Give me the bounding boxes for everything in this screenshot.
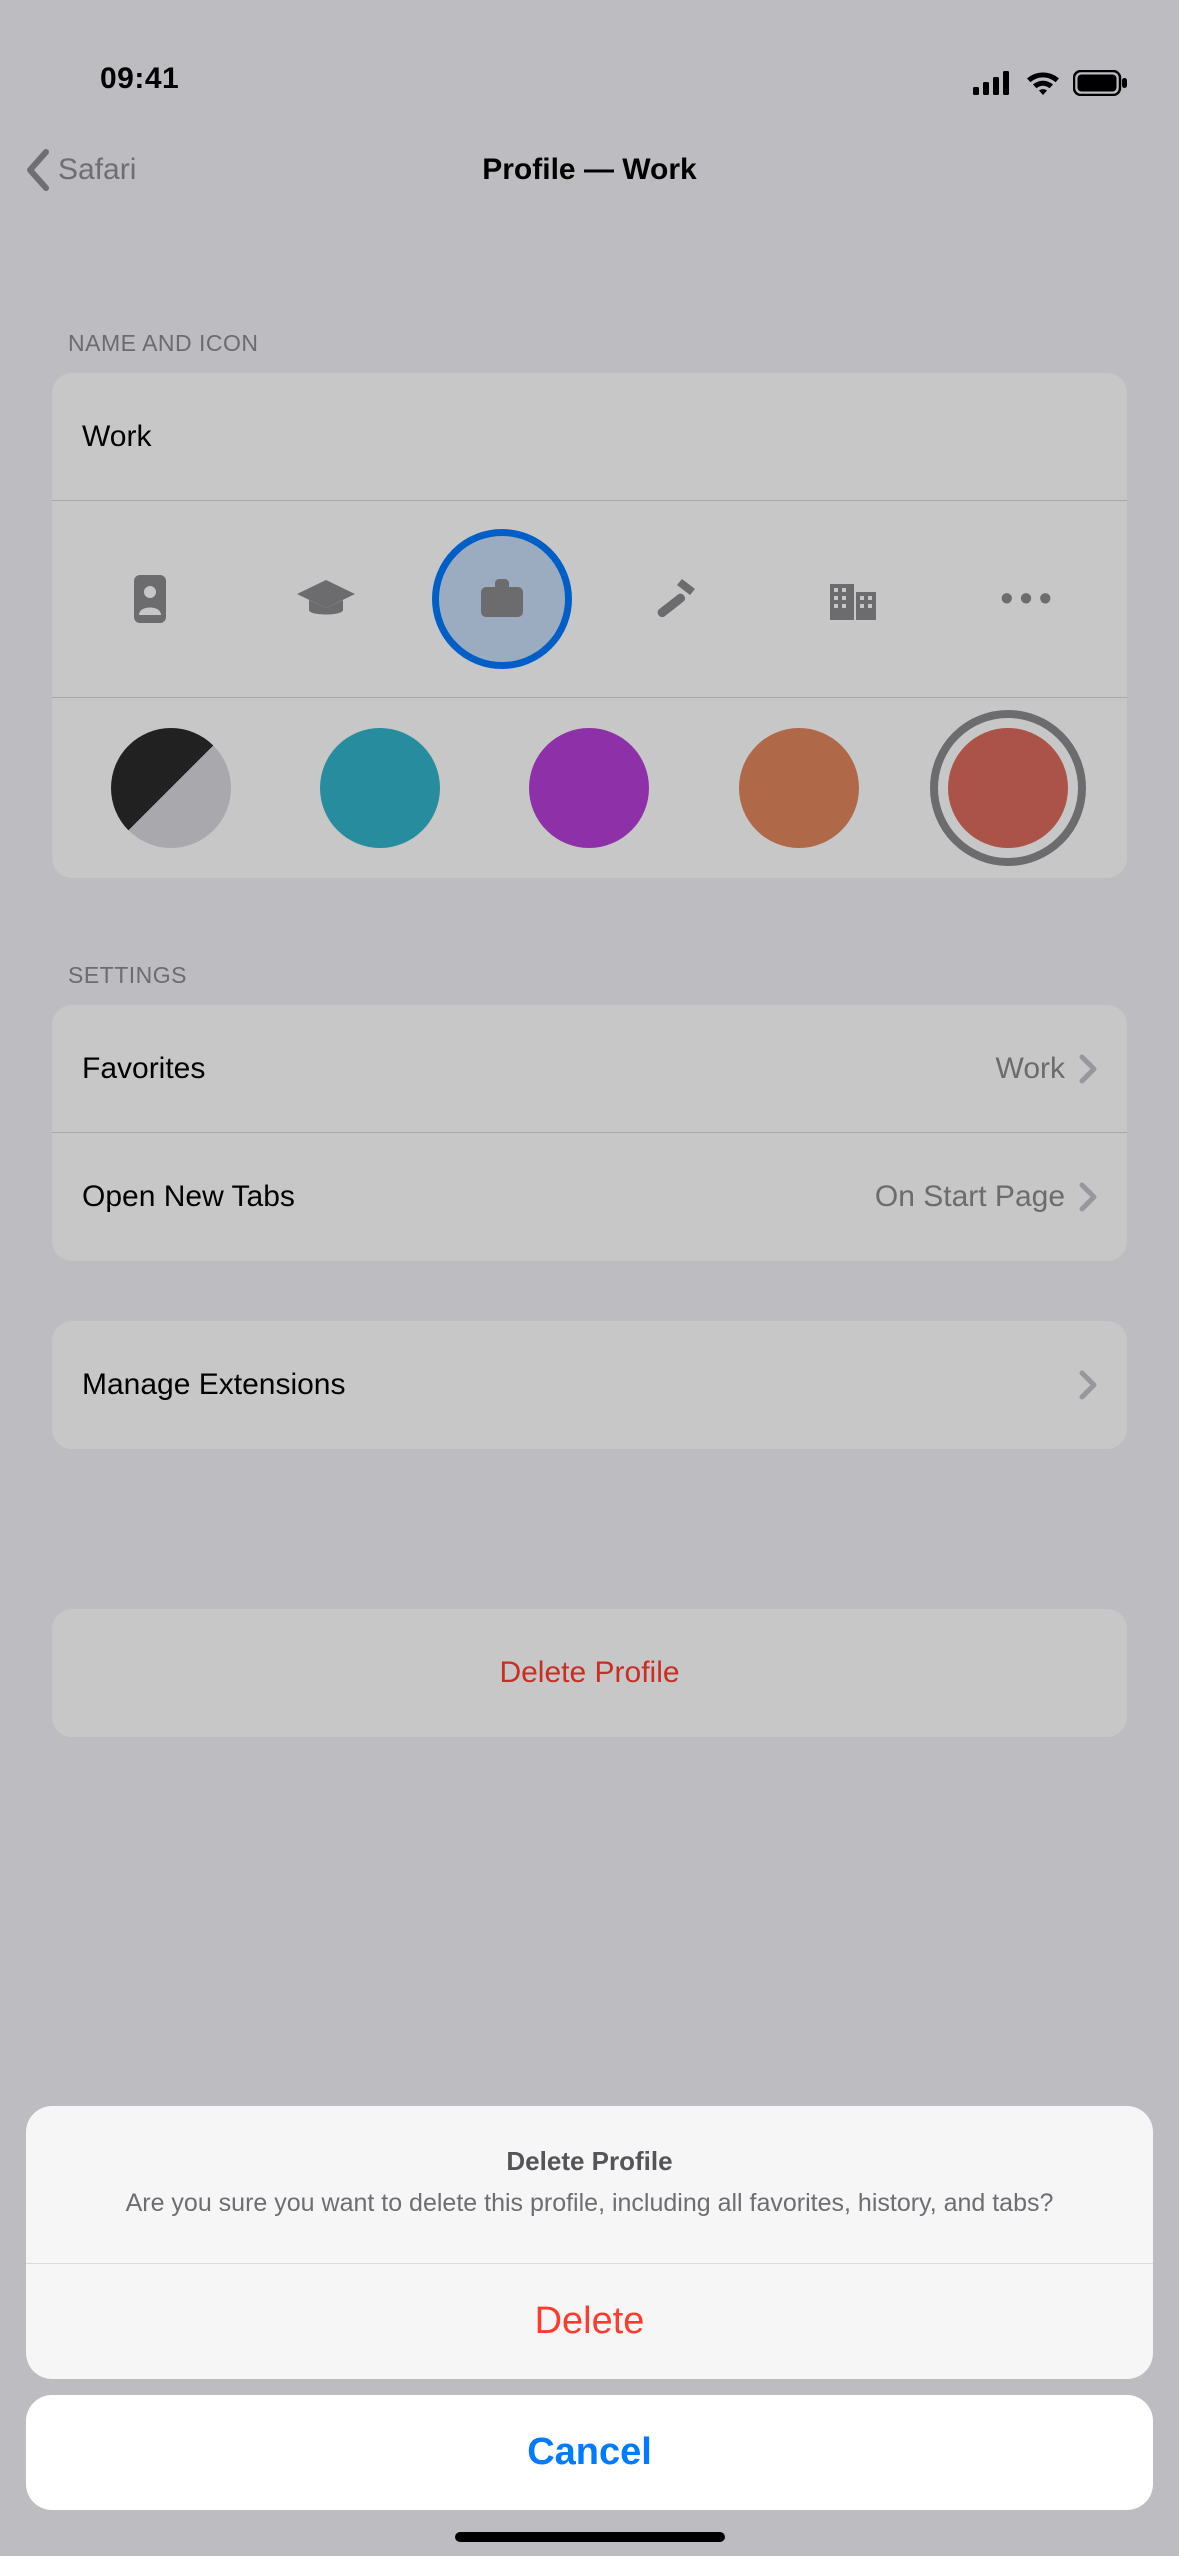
extensions-card: Manage Extensions [52, 1321, 1127, 1449]
icon-picker-row: ••• [52, 501, 1127, 698]
open-new-tabs-label: Open New Tabs [82, 1180, 295, 1214]
color-option-coral[interactable] [948, 728, 1068, 848]
page-title: Profile — Work [0, 153, 1179, 187]
cellular-icon [973, 71, 1013, 95]
battery-icon [1073, 70, 1129, 96]
home-indicator [455, 2532, 725, 2542]
action-sheet-header: Delete Profile Are you sure you want to … [26, 2106, 1153, 2264]
chevron-right-icon [1079, 1182, 1097, 1212]
badge-icon [130, 573, 170, 625]
manage-extensions-label: Manage Extensions [82, 1368, 346, 1402]
status-bar: 09:41 [0, 0, 1179, 100]
profile-name-field[interactable]: Work [52, 373, 1127, 501]
action-sheet-card: Delete Profile Are you sure you want to … [26, 2106, 1153, 2379]
delete-profile-card: Delete Profile [52, 1609, 1127, 1737]
briefcase-icon [479, 579, 525, 619]
open-new-tabs-cell[interactable]: Open New Tabs On Start Page [52, 1133, 1127, 1261]
section-header-name-icon: NAME AND ICON [52, 240, 1127, 373]
icon-option-more[interactable]: ••• [959, 529, 1099, 669]
hammer-icon [651, 575, 703, 623]
navigation-bar: Safari Profile — Work [0, 100, 1179, 240]
delete-profile-cell[interactable]: Delete Profile [52, 1609, 1127, 1737]
favorites-label: Favorites [82, 1052, 205, 1086]
favorites-value: Work [996, 1052, 1065, 1086]
icon-option-graduation[interactable] [256, 529, 396, 669]
action-sheet-title: Delete Profile [76, 2146, 1103, 2177]
color-option-orange[interactable] [739, 728, 859, 848]
color-picker-row [52, 698, 1127, 878]
color-option-purple[interactable] [529, 728, 649, 848]
icon-option-hammer[interactable] [607, 529, 747, 669]
section-header-settings: SETTINGS [52, 878, 1127, 1005]
status-time: 09:41 [100, 62, 179, 96]
ellipsis-icon: ••• [1000, 578, 1058, 621]
icon-option-badge[interactable] [80, 529, 220, 669]
favorites-cell[interactable]: Favorites Work [52, 1005, 1127, 1133]
chevron-right-icon [1079, 1054, 1097, 1084]
manage-extensions-cell[interactable]: Manage Extensions [52, 1321, 1127, 1449]
status-indicators [973, 70, 1129, 96]
icon-option-building[interactable] [783, 529, 923, 669]
color-option-default[interactable] [111, 728, 231, 848]
action-sheet-cancel-card: Cancel [26, 2395, 1153, 2510]
delete-profile-label: Delete Profile [499, 1656, 679, 1690]
name-and-icon-card: Work ••• [52, 373, 1127, 878]
profile-name-value: Work [82, 420, 151, 454]
color-option-teal[interactable] [320, 728, 440, 848]
action-sheet: Delete Profile Are you sure you want to … [0, 2106, 1179, 2556]
action-sheet-message: Are you sure you want to delete this pro… [76, 2187, 1103, 2221]
graduation-icon [295, 578, 357, 620]
delete-button[interactable]: Delete [26, 2264, 1153, 2379]
chevron-right-icon [1079, 1370, 1097, 1400]
building-icon [826, 576, 880, 622]
settings-card: Favorites Work Open New Tabs On Start Pa… [52, 1005, 1127, 1261]
icon-option-briefcase[interactable] [432, 529, 572, 669]
cancel-button[interactable]: Cancel [26, 2395, 1153, 2510]
open-new-tabs-value: On Start Page [875, 1180, 1065, 1214]
wifi-icon [1025, 70, 1061, 96]
